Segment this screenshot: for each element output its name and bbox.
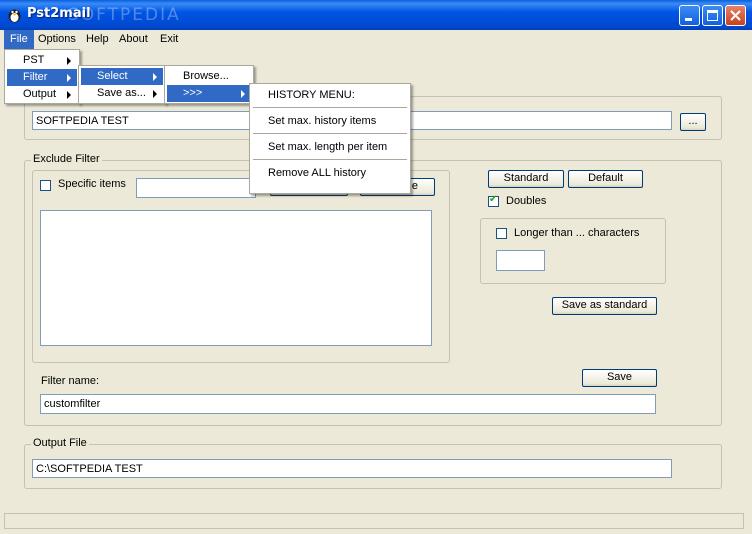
- title-bar[interactable]: Pst2mail SOFTPEDIA: [0, 0, 752, 30]
- close-button[interactable]: [725, 5, 746, 26]
- specific-items-checkbox[interactable]: [40, 180, 51, 191]
- menu-item-browse[interactable]: Browse...: [167, 68, 251, 85]
- watermark-text: SOFTPEDIA: [68, 5, 181, 25]
- menu-separator: [253, 107, 407, 108]
- specific-items-label: Specific items: [58, 178, 126, 190]
- save-filter-button[interactable]: Save: [582, 369, 657, 387]
- exclude-filter-title: Exclude Filter: [31, 153, 102, 165]
- menu-item-output[interactable]: Output: [7, 86, 77, 103]
- menu-item-save-as[interactable]: Save as...: [81, 85, 163, 102]
- menu-exit[interactable]: Exit: [154, 30, 184, 49]
- excluded-items-list[interactable]: [40, 210, 432, 346]
- menu-item-browse-label: Browse...: [183, 70, 229, 82]
- filter-name-label: Filter name:: [41, 375, 100, 387]
- longer-than-checkbox[interactable]: [496, 228, 507, 239]
- submenu-arrow-icon: [67, 91, 71, 99]
- submenu-arrow-icon: [153, 73, 157, 81]
- longer-than-label: Longer than ... characters: [514, 227, 640, 239]
- menu-item-pst-label: PST: [23, 54, 45, 66]
- output-file-title: Output File: [31, 437, 89, 449]
- menu-item-set-max-history-items[interactable]: Set max. history items: [250, 110, 410, 132]
- submenu-arrow-icon: [67, 57, 71, 65]
- maximize-icon: [707, 10, 718, 21]
- menu-item-history[interactable]: >>>: [167, 85, 251, 102]
- file-menu: PST Filter Output: [4, 49, 80, 104]
- menu-separator: [253, 159, 407, 160]
- menu-item-select[interactable]: Select: [81, 68, 163, 85]
- output-path-field[interactable]: C:\SOFTPEDIA TEST: [32, 459, 672, 478]
- history-submenu: HISTORY MENU: Set max. history items Set…: [249, 83, 411, 194]
- maximize-button[interactable]: [702, 5, 723, 26]
- specific-items-input[interactable]: [136, 178, 256, 198]
- history-menu-header: HISTORY MENU:: [268, 89, 355, 101]
- menu-item-filter[interactable]: Filter: [7, 69, 77, 86]
- menu-file[interactable]: File: [4, 30, 34, 49]
- save-as-standard-button[interactable]: Save as standard: [552, 297, 657, 315]
- app-window: Pst2mail SOFTPEDIA File Options Help Abo…: [0, 0, 752, 534]
- menu-options[interactable]: Options: [32, 30, 82, 49]
- submenu-arrow-icon: [153, 90, 157, 98]
- filter-name-input[interactable]: customfilter: [40, 394, 656, 414]
- minimize-icon: [685, 18, 692, 21]
- menu-item-select-label: Select: [97, 70, 128, 82]
- doubles-checkbox[interactable]: [488, 194, 499, 207]
- doubles-label: Doubles: [506, 195, 547, 207]
- menu-bar: File Options Help About Exit: [0, 30, 752, 49]
- menu-separator: [253, 133, 407, 134]
- menu-item-filter-label: Filter: [23, 71, 48, 83]
- submenu-arrow-icon: [67, 74, 71, 82]
- menu-item-set-max-length-per-item[interactable]: Set max. length per item: [250, 136, 410, 158]
- longer-than-input[interactable]: [496, 250, 545, 271]
- select-submenu: Browse... >>>: [164, 65, 254, 104]
- filter-submenu: Select Save as...: [78, 65, 166, 104]
- app-icon: [8, 9, 21, 23]
- default-button[interactable]: Default: [568, 170, 643, 188]
- submenu-arrow-icon: [241, 90, 245, 98]
- status-bar: [4, 513, 744, 529]
- menu-item-remove-all-history[interactable]: Remove ALL history: [250, 162, 410, 184]
- standard-button[interactable]: Standard: [488, 170, 564, 188]
- minimize-button[interactable]: [679, 5, 700, 26]
- menu-item-history-label: >>>: [183, 87, 203, 99]
- menu-item-save-as-label: Save as...: [97, 87, 146, 99]
- menu-about[interactable]: About: [113, 30, 154, 49]
- menu-item-pst[interactable]: PST: [7, 52, 77, 69]
- menu-item-output-label: Output: [23, 88, 57, 100]
- browse-button[interactable]: ...: [680, 113, 706, 131]
- menu-help[interactable]: Help: [80, 30, 115, 49]
- close-icon: [730, 10, 741, 21]
